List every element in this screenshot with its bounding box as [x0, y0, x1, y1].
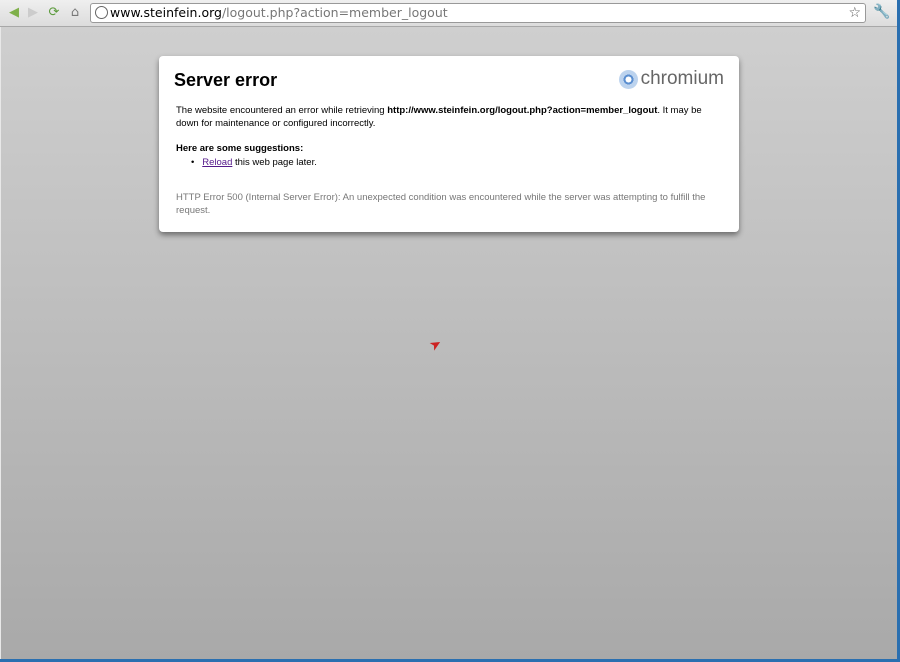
- reload-icon[interactable]: ⟳: [46, 5, 62, 21]
- toolbar: ◀ ▶ ⟳ ⌂ www.steinfein.org/logout.php?act…: [0, 0, 897, 27]
- back-icon[interactable]: ◀: [6, 5, 22, 21]
- chromium-icon: [618, 69, 638, 89]
- page-content: Server error chromium The website encoun…: [1, 27, 897, 659]
- suggestion-item: • Reload this web page later.: [191, 157, 317, 168]
- suggestions-heading: Here are some suggestions:: [176, 143, 304, 154]
- error-detail: HTTP Error 500 (Internal Server Error): …: [176, 192, 706, 216]
- browser-window: ◀ ▶ ⟳ ⌂ www.steinfein.org/logout.php?act…: [0, 0, 897, 659]
- forward-icon[interactable]: ▶: [25, 5, 41, 21]
- error-message: The website encountered an error while r…: [176, 105, 702, 129]
- address-bar[interactable]: www.steinfein.org/logout.php?action=memb…: [90, 3, 866, 23]
- chromium-logo: chromium: [618, 68, 724, 90]
- globe-icon: [95, 6, 108, 19]
- mouse-cursor-icon: ➤: [426, 335, 445, 355]
- bookmark-star-icon[interactable]: ☆: [848, 4, 861, 22]
- wrench-icon[interactable]: 🔧: [873, 4, 890, 20]
- page-title: Server error: [174, 70, 278, 90]
- url-path: /logout.php?action=member_logout: [221, 5, 448, 20]
- error-box: Server error chromium The website encoun…: [159, 56, 739, 232]
- reload-link[interactable]: Reload: [202, 157, 232, 168]
- url-host: www.steinfein.org: [110, 5, 222, 20]
- home-icon[interactable]: ⌂: [67, 5, 83, 21]
- logo-text: chromium: [640, 68, 724, 89]
